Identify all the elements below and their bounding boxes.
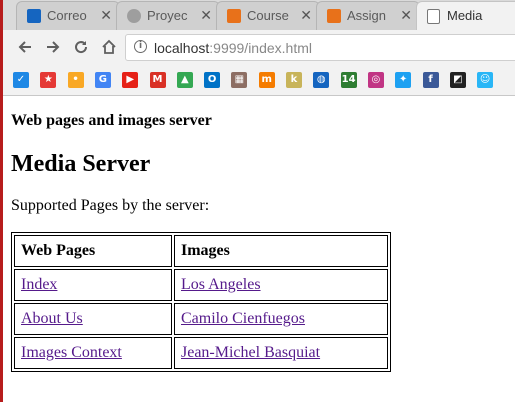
moodle-icon <box>327 9 341 23</box>
link-index[interactable]: Index <box>21 276 57 293</box>
url-text[interactable]: localhost:9999/index.html <box>154 40 312 56</box>
bookmarks-bar: ✓ ★ • G ▶ M ▲ O ▦ m k ◍ 14 ◎ ✦ f ◩ ☺ <box>0 64 515 96</box>
info-icon[interactable]: i <box>134 40 147 53</box>
gmail-icon[interactable]: M <box>149 72 166 88</box>
link-about-us[interactable]: About Us <box>21 310 83 327</box>
table-cell: About Us <box>14 303 172 335</box>
globe-icon[interactable]: ◍ <box>313 72 330 88</box>
keep-icon[interactable]: • <box>67 72 84 88</box>
link-images-context[interactable]: Images Context <box>21 344 122 361</box>
page-content: Web pages and images server Media Server… <box>3 96 515 402</box>
close-icon[interactable]: ✕ <box>400 7 412 23</box>
youtube-icon[interactable]: ▶ <box>122 72 139 88</box>
browser-toolbar: i localhost:9999/index.html <box>0 30 515 64</box>
badge-14-icon[interactable]: 14 <box>340 72 357 88</box>
outlook-icon <box>27 9 41 23</box>
twitter-icon[interactable]: ✦ <box>395 72 412 88</box>
address-bar[interactable]: i localhost:9999/index.html <box>125 34 515 61</box>
translate-icon[interactable]: G <box>94 72 111 88</box>
close-icon[interactable]: ✕ <box>100 7 112 23</box>
tab-media[interactable]: Media <box>416 1 515 30</box>
close-icon[interactable]: ✕ <box>200 7 212 23</box>
close-icon[interactable]: ✕ <box>300 7 312 23</box>
facebook-icon[interactable]: f <box>422 72 439 88</box>
table-row: Images Context Jean-Michel Basquiat <box>14 337 388 369</box>
tab-title: Assign <box>347 8 387 23</box>
tab-title: Media <box>447 8 483 23</box>
moodle-icon <box>227 9 241 23</box>
tab-assignment[interactable]: Assign ✕ <box>316 1 420 30</box>
link-jean-michel-basquiat[interactable]: Jean-Michel Basquiat <box>181 344 320 361</box>
link-los-angeles[interactable]: Los Angeles <box>181 276 261 293</box>
back-icon[interactable] <box>14 36 36 58</box>
drive-icon <box>127 9 141 23</box>
document-icon <box>427 9 440 24</box>
url-host: localhost <box>154 40 210 56</box>
column-header-web-pages: Web Pages <box>14 235 172 267</box>
url-path: :9999/index.html <box>209 40 312 56</box>
pages-table: Web Pages Images Index Los Angeles About… <box>11 232 391 372</box>
link-camilo-cienfuegos[interactable]: Camilo Cienfuegos <box>181 310 305 327</box>
tab-course[interactable]: Course ✕ <box>216 1 320 30</box>
table-cell: Jean-Michel Basquiat <box>174 337 388 369</box>
outlook-icon[interactable]: O <box>204 72 221 88</box>
drive-icon[interactable]: ▲ <box>176 72 193 88</box>
table-row: About Us Camilo Cienfuegos <box>14 303 388 335</box>
khan-icon[interactable]: k <box>286 72 302 88</box>
tab-title: Course <box>247 8 289 23</box>
page-title: Media Server <box>11 151 151 177</box>
intro-text: Supported Pages by the server: <box>11 197 210 214</box>
table-cell: Los Angeles <box>174 269 388 301</box>
picture-icon[interactable]: ▦ <box>231 72 248 88</box>
forward-icon[interactable] <box>42 36 64 58</box>
page-subtitle: Web pages and images server <box>11 112 212 129</box>
table-row: Index Los Angeles <box>14 269 388 301</box>
tab-proyecto[interactable]: Proyec ✕ <box>116 1 220 30</box>
table-cell: Images Context <box>14 337 172 369</box>
reload-icon[interactable] <box>70 36 92 58</box>
bookmark-red-icon[interactable]: ★ <box>40 72 57 88</box>
tab-correo[interactable]: Correo ✕ <box>16 1 120 30</box>
smile-icon[interactable]: ☺ <box>477 72 494 88</box>
table-header-row: Web Pages Images <box>14 235 388 267</box>
window-edge <box>0 0 3 402</box>
tab-title: Correo <box>47 8 87 23</box>
moodle-icon[interactable]: m <box>258 72 275 88</box>
table-cell: Index <box>14 269 172 301</box>
tab-strip: Correo ✕ Proyec ✕ Course ✕ Assign ✕ Medi… <box>0 0 515 30</box>
tab-title: Proyec <box>147 8 188 23</box>
instagram-icon[interactable]: ◎ <box>367 72 384 88</box>
yellow-black-icon[interactable]: ◩ <box>449 72 466 88</box>
check-icon[interactable]: ✓ <box>13 72 29 88</box>
table-cell: Camilo Cienfuegos <box>174 303 388 335</box>
home-icon[interactable] <box>98 36 120 58</box>
column-header-images: Images <box>174 235 388 267</box>
